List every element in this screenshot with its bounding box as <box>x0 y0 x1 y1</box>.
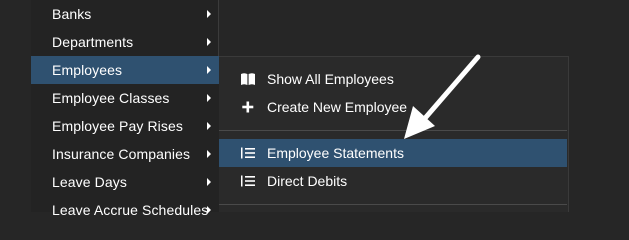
menu-item-employees[interactable]: Employees <box>31 56 219 84</box>
menu-item-leave-days[interactable]: Leave Days <box>31 168 219 196</box>
menu-item-label: Insurance Companies <box>52 146 191 162</box>
menu-item-leave-accrue-schedules[interactable]: Leave Accrue Schedules <box>31 196 219 224</box>
chevron-right-icon <box>207 10 211 18</box>
show-all-employees-item[interactable]: Show All Employees <box>219 65 567 93</box>
menu-item-banks[interactable]: Banks <box>31 0 219 28</box>
chevron-right-icon <box>207 94 211 102</box>
menu-item-label: Leave Accrue Schedules <box>52 202 209 218</box>
chevron-right-icon <box>207 150 211 158</box>
book-icon <box>241 73 255 85</box>
create-new-employee-item[interactable]: Create New Employee <box>219 93 567 121</box>
submenu-separator <box>219 204 567 205</box>
chevron-right-icon <box>207 38 211 46</box>
list-ordered-icon <box>241 175 255 187</box>
submenu-item-label: Show All Employees <box>267 71 394 87</box>
employee-statements-item[interactable]: Employee Statements <box>219 139 567 167</box>
menu-item-label: Leave Days <box>52 174 127 190</box>
direct-debits-item[interactable]: Direct Debits <box>219 167 567 195</box>
submenu-item-label: Employee Statements <box>267 145 404 161</box>
menu-item-label: Departments <box>52 34 134 50</box>
menu-item-label: Employees <box>52 62 123 78</box>
menu-item-employee-pay-rises[interactable]: Employee Pay Rises <box>31 112 219 140</box>
submenu-item-label: Create New Employee <box>267 99 408 115</box>
submenu-separator <box>219 130 567 131</box>
chevron-right-icon <box>207 66 211 74</box>
plus-icon <box>242 101 254 113</box>
menu-item-departments[interactable]: Departments <box>31 28 219 56</box>
chevron-right-icon <box>207 178 211 186</box>
list-ordered-icon <box>241 147 255 159</box>
menu-item-label: Employee Pay Rises <box>52 118 183 134</box>
menu-item-label: Employee Classes <box>52 90 170 106</box>
employees-submenu: Show All Employees Create New Employee E… <box>219 56 569 212</box>
menu-divider <box>218 0 219 56</box>
chevron-right-icon <box>207 206 211 214</box>
menu-item-employee-classes[interactable]: Employee Classes <box>31 84 219 112</box>
menu-item-label: Banks <box>52 6 92 22</box>
chevron-right-icon <box>207 122 211 130</box>
submenu-item-label: Direct Debits <box>267 173 348 189</box>
menu-item-insurance-companies[interactable]: Insurance Companies <box>31 140 219 168</box>
left-menu: Banks Departments Employees Employee Cla… <box>31 0 219 218</box>
